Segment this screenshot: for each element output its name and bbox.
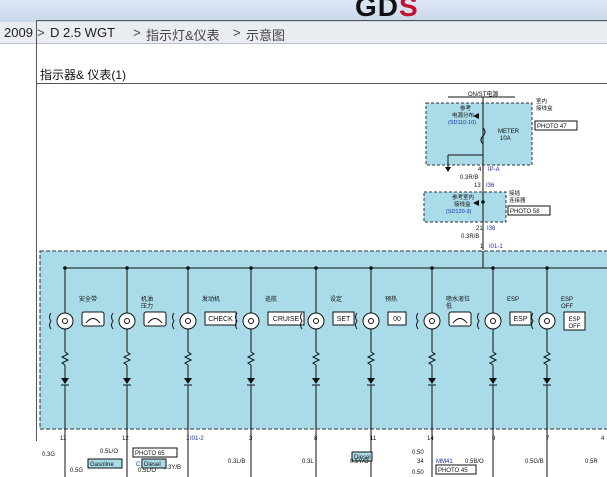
svg-text:参考室内: 参考室内: [452, 193, 474, 201]
ref-joint-link[interactable]: (SD120-3): [446, 209, 472, 215]
gasoline-tag-text: Gasoline: [90, 462, 114, 468]
wire-label: 0.50: [412, 470, 424, 476]
photo-58-tag[interactable]: PHOTO 58: [510, 209, 540, 215]
bulb: [118, 312, 136, 330]
wire-label: 0.5G: [70, 468, 83, 474]
svg-text:I36: I36: [486, 183, 495, 189]
wire-label: 0.5L/O: [138, 468, 156, 474]
icon-text: 00: [393, 316, 401, 323]
svg-text:21: 21: [476, 226, 483, 232]
indicator-label: 巡航: [265, 295, 277, 303]
svg-text:I36: I36: [487, 226, 496, 232]
svg-text:参考: 参考: [460, 104, 472, 112]
wire-label: 0.3G: [42, 452, 55, 458]
indicator-label: 喷水液位: [446, 295, 470, 303]
svg-text:连接器: 连接器: [509, 196, 526, 204]
connector-i01-2: I01-2: [190, 436, 204, 442]
svg-text:IP-A: IP-A: [488, 167, 500, 173]
indicator-label: 设定: [330, 295, 342, 303]
ref-fuse-link[interactable]: (SD110-10): [448, 120, 476, 126]
bulb: [423, 312, 441, 330]
photo-47-tag[interactable]: PHOTO 47: [537, 124, 567, 130]
svg-text:0.3R/B: 0.3R/B: [461, 234, 479, 240]
photo-45-tag-text: PHOTO 45: [438, 468, 468, 474]
wire-label: 0.5Y/O: [350, 459, 369, 465]
photo-65-tag-text: PHOTO 65: [135, 451, 165, 457]
svg-text:接插: 接插: [509, 189, 521, 197]
pin-12: 12: [122, 436, 129, 442]
icon-text: ESP: [513, 316, 527, 323]
wire-label: 0.3L: [302, 459, 314, 465]
svg-text:室内: 室内: [536, 97, 547, 105]
icon-text: ESP: [568, 317, 580, 323]
bulb: [179, 312, 197, 330]
svg-text:接线盒: 接线盒: [454, 200, 471, 208]
bulb: [484, 312, 502, 330]
icon-text: CHECK: [208, 316, 233, 323]
bulb: [56, 312, 74, 330]
bulb: [307, 312, 325, 330]
indicator-label: 低: [446, 302, 452, 310]
wiring-diagram: ON/ST电源 参考 电源分布 (SD110-10) METER 10A 室内 …: [39, 90, 607, 477]
svg-text:电源分布: 电源分布: [452, 111, 475, 119]
icon-text: OFF: [569, 324, 581, 330]
svg-text:0.3R/B: 0.3R/B: [460, 175, 478, 181]
svg-text:10A: 10A: [500, 136, 511, 142]
indicator-label: 安全带: [79, 295, 97, 303]
svg-text:4: 4: [478, 167, 482, 173]
wire-label: 0.5L/O: [100, 449, 118, 455]
wire-label: 0.5B/O: [465, 459, 484, 465]
svg-text:13: 13: [474, 183, 481, 189]
svg-text:METER: METER: [498, 129, 520, 135]
bulb: [362, 312, 380, 330]
bulb: [242, 312, 260, 330]
pin-11: 11: [60, 436, 67, 442]
pin-14: 14: [427, 436, 434, 442]
indicator-label: OFF: [561, 304, 573, 310]
icon-text: SET: [337, 316, 351, 323]
indicator-label: 机油: [141, 295, 153, 303]
wire-label: 0.5R: [585, 459, 598, 465]
indicator-label: 压力: [141, 302, 153, 310]
cluster-box: [39, 250, 607, 430]
bulb: [538, 312, 556, 330]
wire-label: 0.50: [412, 450, 424, 456]
svg-text:接线盒: 接线盒: [536, 104, 553, 112]
connector-mm41: MM41: [436, 459, 453, 465]
indicator-label: 预热: [385, 295, 397, 303]
indicator-label: ESP: [507, 297, 519, 303]
wire-label: 0.3L/B: [228, 459, 245, 465]
svg-text:I01-1: I01-1: [489, 244, 503, 250]
wire-pin: 34: [417, 459, 424, 465]
pin-4: 4: [601, 436, 605, 442]
indicator-label: 发动机: [202, 295, 220, 303]
icon-text: CRUISE: [273, 316, 300, 323]
indicator-label: ESP: [561, 297, 573, 303]
wire-label: 0.5G/B: [525, 459, 544, 465]
